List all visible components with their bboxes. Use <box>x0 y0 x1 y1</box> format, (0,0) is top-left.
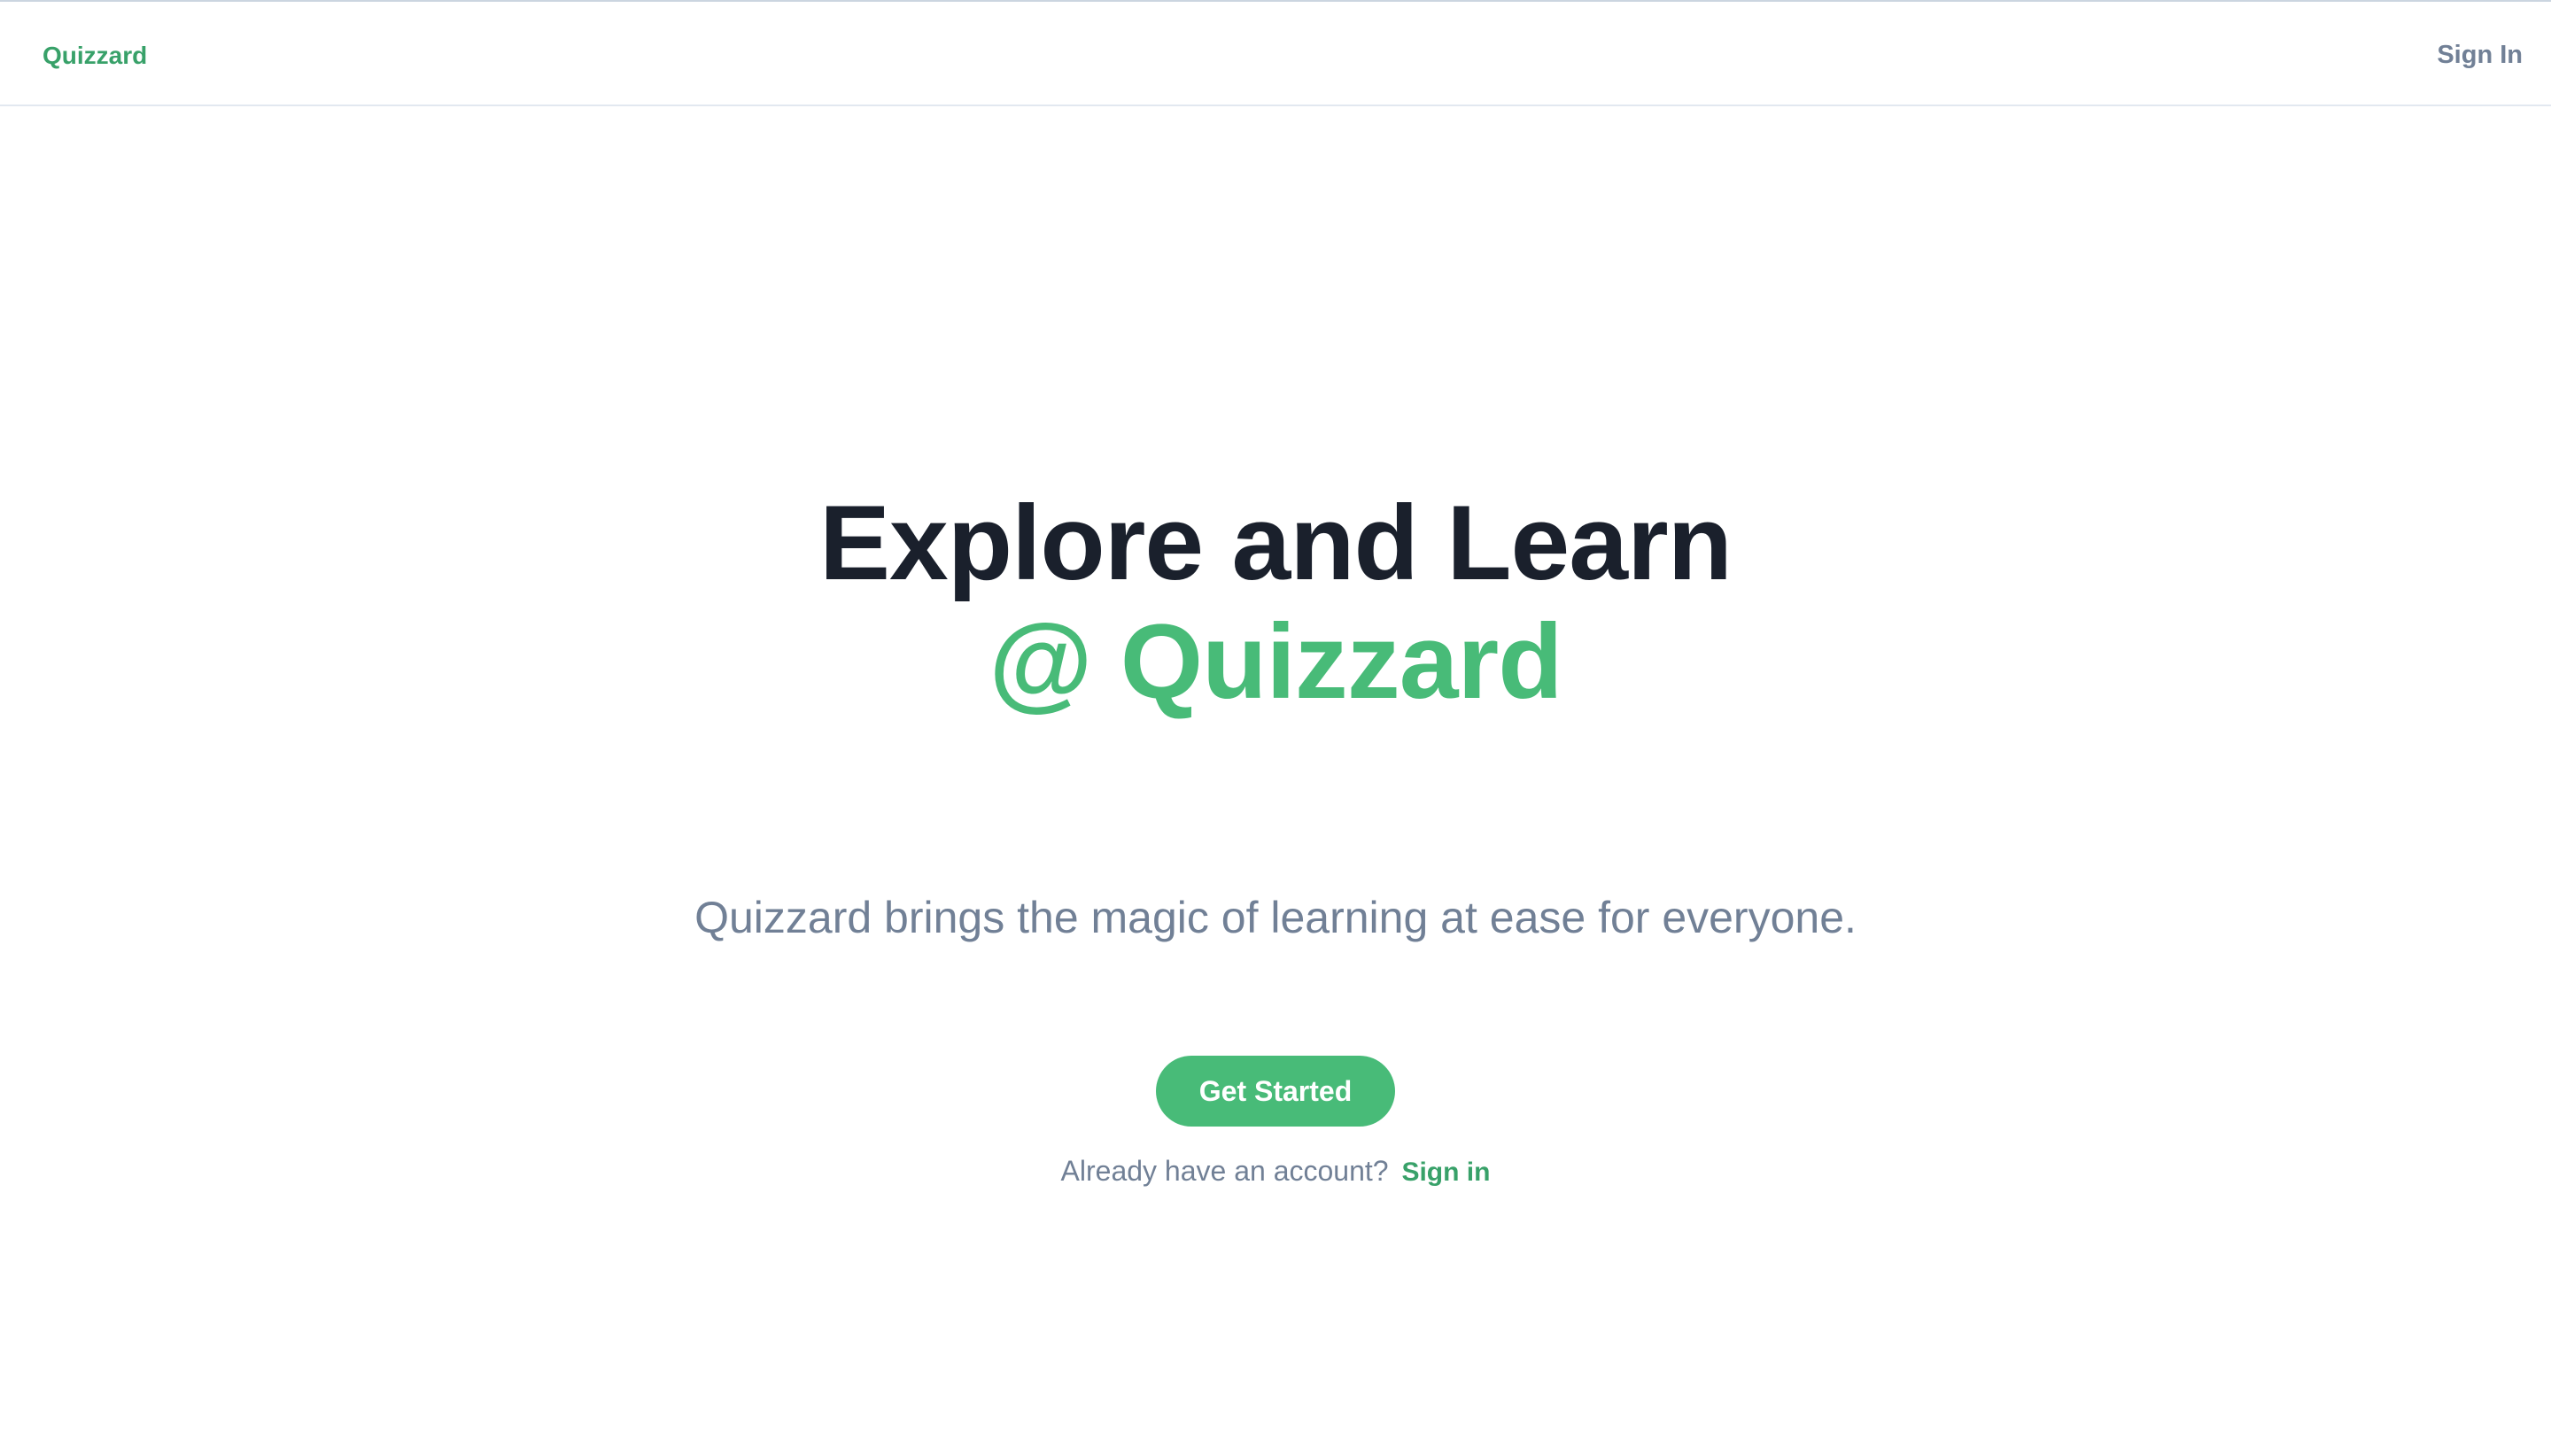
account-prompt-text: Already have an account? <box>1060 1155 1389 1187</box>
get-started-button[interactable]: Get Started <box>1156 1056 1395 1127</box>
headline-line-1: Explore and Learn <box>819 484 1733 602</box>
navbar: Quizzard Sign In <box>0 2 2551 106</box>
hero-headline: Explore and Learn @ Quizzard <box>0 484 2551 721</box>
account-prompt-row: Already have an account? Sign in <box>0 1151 2551 1192</box>
brand-logo-link[interactable]: Quizzard <box>43 41 147 71</box>
hero-subtitle: Quizzard brings the magic of learning at… <box>694 893 1857 942</box>
sign-in-link[interactable]: Sign in <box>1401 1158 1490 1187</box>
headline-line-2: @ Quizzard <box>989 602 1562 721</box>
nav-sign-in-link[interactable]: Sign In <box>2437 39 2523 71</box>
